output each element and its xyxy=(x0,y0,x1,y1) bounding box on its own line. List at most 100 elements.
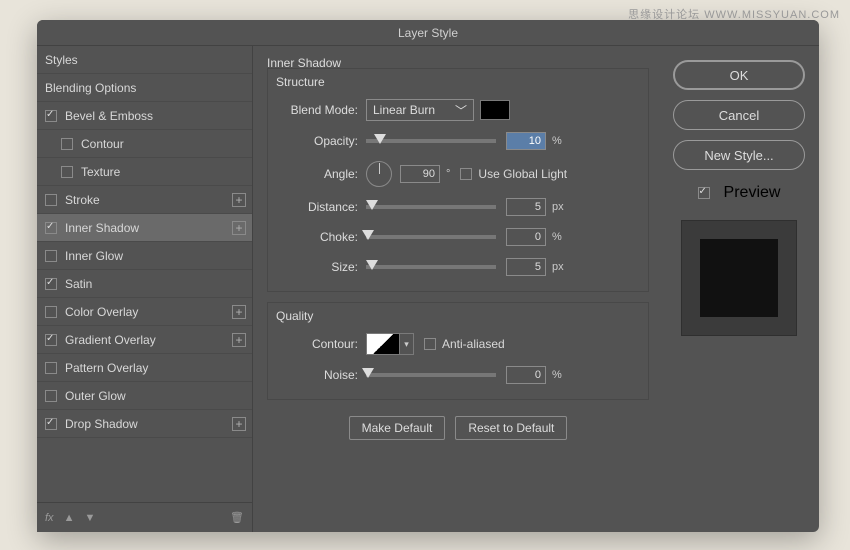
dialog-content: Styles Blending Options Bevel & Emboss Cont… xyxy=(37,46,819,532)
effect-checkbox[interactable] xyxy=(45,278,57,290)
sidebar-item-label: Stroke xyxy=(65,193,100,207)
opacity-input[interactable] xyxy=(506,132,546,150)
reset-default-button[interactable]: Reset to Default xyxy=(455,416,567,440)
effect-checkbox[interactable] xyxy=(61,138,73,150)
new-style-button[interactable]: New Style... xyxy=(673,140,805,170)
noise-slider[interactable] xyxy=(366,373,496,377)
contour-label: Contour: xyxy=(280,337,366,351)
sidebar-item-contour[interactable]: Contour xyxy=(37,130,252,158)
preview-inner xyxy=(700,239,778,317)
noise-input[interactable] xyxy=(506,366,546,384)
effect-checkbox[interactable] xyxy=(45,110,57,122)
sidebar-item-inner-shadow[interactable]: Inner Shadow + xyxy=(37,214,252,242)
preview-thumbnail xyxy=(681,220,797,336)
ok-button[interactable]: OK xyxy=(673,60,805,90)
effect-checkbox[interactable] xyxy=(45,390,57,402)
effect-checkbox[interactable] xyxy=(45,362,57,374)
sidebar-item-label: Satin xyxy=(65,277,92,291)
choke-input[interactable] xyxy=(506,228,546,246)
sidebar-item-label: Texture xyxy=(81,165,120,179)
fx-menu[interactable]: fx xyxy=(45,512,54,524)
use-global-light-checkbox[interactable] xyxy=(460,168,472,180)
add-instance-icon[interactable]: + xyxy=(232,417,246,431)
make-default-button[interactable]: Make Default xyxy=(349,416,446,440)
sidebar-item-pattern-overlay[interactable]: Pattern Overlay xyxy=(37,354,252,382)
sidebar-item-label: Pattern Overlay xyxy=(65,361,148,375)
effect-checkbox[interactable] xyxy=(45,250,57,262)
sidebar-item-color-overlay[interactable]: Color Overlay+ xyxy=(37,298,252,326)
cancel-button[interactable]: Cancel xyxy=(673,100,805,130)
sidebar-item-inner-glow[interactable]: Inner Glow xyxy=(37,242,252,270)
add-instance-icon[interactable]: + xyxy=(232,221,246,235)
angle-unit: ° xyxy=(446,168,450,180)
quality-fieldset: Quality Contour: ▾ Anti-aliased Noise: % xyxy=(267,302,649,400)
effect-checkbox[interactable] xyxy=(45,334,57,346)
add-instance-icon[interactable]: + xyxy=(232,333,246,347)
distance-slider[interactable] xyxy=(366,205,496,209)
effect-list: Styles Blending Options Bevel & Emboss Cont… xyxy=(37,46,252,502)
sidebar-item-label: Styles xyxy=(45,53,78,67)
effect-checkbox[interactable] xyxy=(45,418,57,430)
angle-input[interactable] xyxy=(400,165,440,183)
choke-slider[interactable] xyxy=(366,235,496,239)
sidebar-item-outer-glow[interactable]: Outer Glow xyxy=(37,382,252,410)
sidebar-item-label: Drop Shadow xyxy=(65,417,138,431)
dialog-title: Layer Style xyxy=(37,20,819,46)
size-label: Size: xyxy=(280,260,366,274)
settings-panel: Inner Shadow Structure Blend Mode: Linea… xyxy=(253,46,663,532)
sidebar-item-blending-options[interactable]: Blending Options xyxy=(37,74,252,102)
sidebar-item-satin[interactable]: Satin xyxy=(37,270,252,298)
quality-label: Quality xyxy=(276,309,636,323)
blend-mode-label: Blend Mode: xyxy=(280,103,366,117)
sidebar-item-label: Blending Options xyxy=(45,81,136,95)
add-instance-icon[interactable]: + xyxy=(232,193,246,207)
opacity-unit: % xyxy=(552,135,562,147)
sidebar-item-label: Gradient Overlay xyxy=(65,333,156,347)
distance-label: Distance: xyxy=(280,200,366,214)
effect-checkbox[interactable] xyxy=(45,306,57,318)
sidebar-item-styles[interactable]: Styles xyxy=(37,46,252,74)
distance-input[interactable] xyxy=(506,198,546,216)
add-instance-icon[interactable]: + xyxy=(232,305,246,319)
sidebar-item-label: Bevel & Emboss xyxy=(65,109,153,123)
move-up-icon[interactable]: ▲ xyxy=(64,512,75,524)
sidebar-item-texture[interactable]: Texture xyxy=(37,158,252,186)
anti-aliased-label: Anti-aliased xyxy=(442,337,505,351)
sidebar-item-bevel-emboss[interactable]: Bevel & Emboss xyxy=(37,102,252,130)
use-global-light-label: Use Global Light xyxy=(478,167,567,181)
angle-dial[interactable] xyxy=(366,161,392,187)
angle-label: Angle: xyxy=(280,167,366,181)
contour-swatch[interactable] xyxy=(366,333,400,355)
effect-checkbox[interactable] xyxy=(45,222,57,234)
noise-label: Noise: xyxy=(280,368,366,382)
size-input[interactable] xyxy=(506,258,546,276)
preview-checkbox[interactable] xyxy=(698,187,710,199)
size-unit: px xyxy=(552,261,564,273)
size-slider[interactable] xyxy=(366,265,496,269)
choke-unit: % xyxy=(552,231,562,243)
layer-style-dialog: Layer Style Styles Blending Options Bevel … xyxy=(37,20,819,532)
noise-unit: % xyxy=(552,369,562,381)
sidebar-item-drop-shadow[interactable]: Drop Shadow + xyxy=(37,410,252,438)
contour-dropdown-icon[interactable]: ▾ xyxy=(400,333,414,355)
effect-checkbox[interactable] xyxy=(61,166,73,178)
opacity-label: Opacity: xyxy=(280,134,366,148)
anti-aliased-checkbox[interactable] xyxy=(424,338,436,350)
sidebar-item-stroke[interactable]: Stroke + xyxy=(37,186,252,214)
shadow-color-swatch[interactable] xyxy=(480,100,510,120)
sidebar-item-label: Inner Shadow xyxy=(65,221,139,235)
chevron-down-icon: ﹀ xyxy=(455,102,467,119)
choke-label: Choke: xyxy=(280,230,366,244)
trash-icon[interactable]: 🗑 xyxy=(230,511,244,524)
sidebar-footer: fx ▲ ▼ 🗑 xyxy=(37,502,252,532)
structure-label: Structure xyxy=(276,75,636,89)
effect-checkbox[interactable] xyxy=(45,194,57,206)
sidebar-item-gradient-overlay[interactable]: Gradient Overlay + xyxy=(37,326,252,354)
opacity-slider[interactable] xyxy=(366,139,496,143)
sidebar-item-label: Contour xyxy=(81,137,124,151)
structure-fieldset: Structure Blend Mode: Linear Burn ﹀ Opac… xyxy=(267,68,649,292)
move-down-icon[interactable]: ▼ xyxy=(84,512,95,524)
sidebar-item-label: Inner Glow xyxy=(65,249,123,263)
blend-mode-select[interactable]: Linear Burn ﹀ xyxy=(366,99,474,121)
watermark-text: 思缘设计论坛 WWW.MISSYUAN.COM xyxy=(628,6,840,22)
